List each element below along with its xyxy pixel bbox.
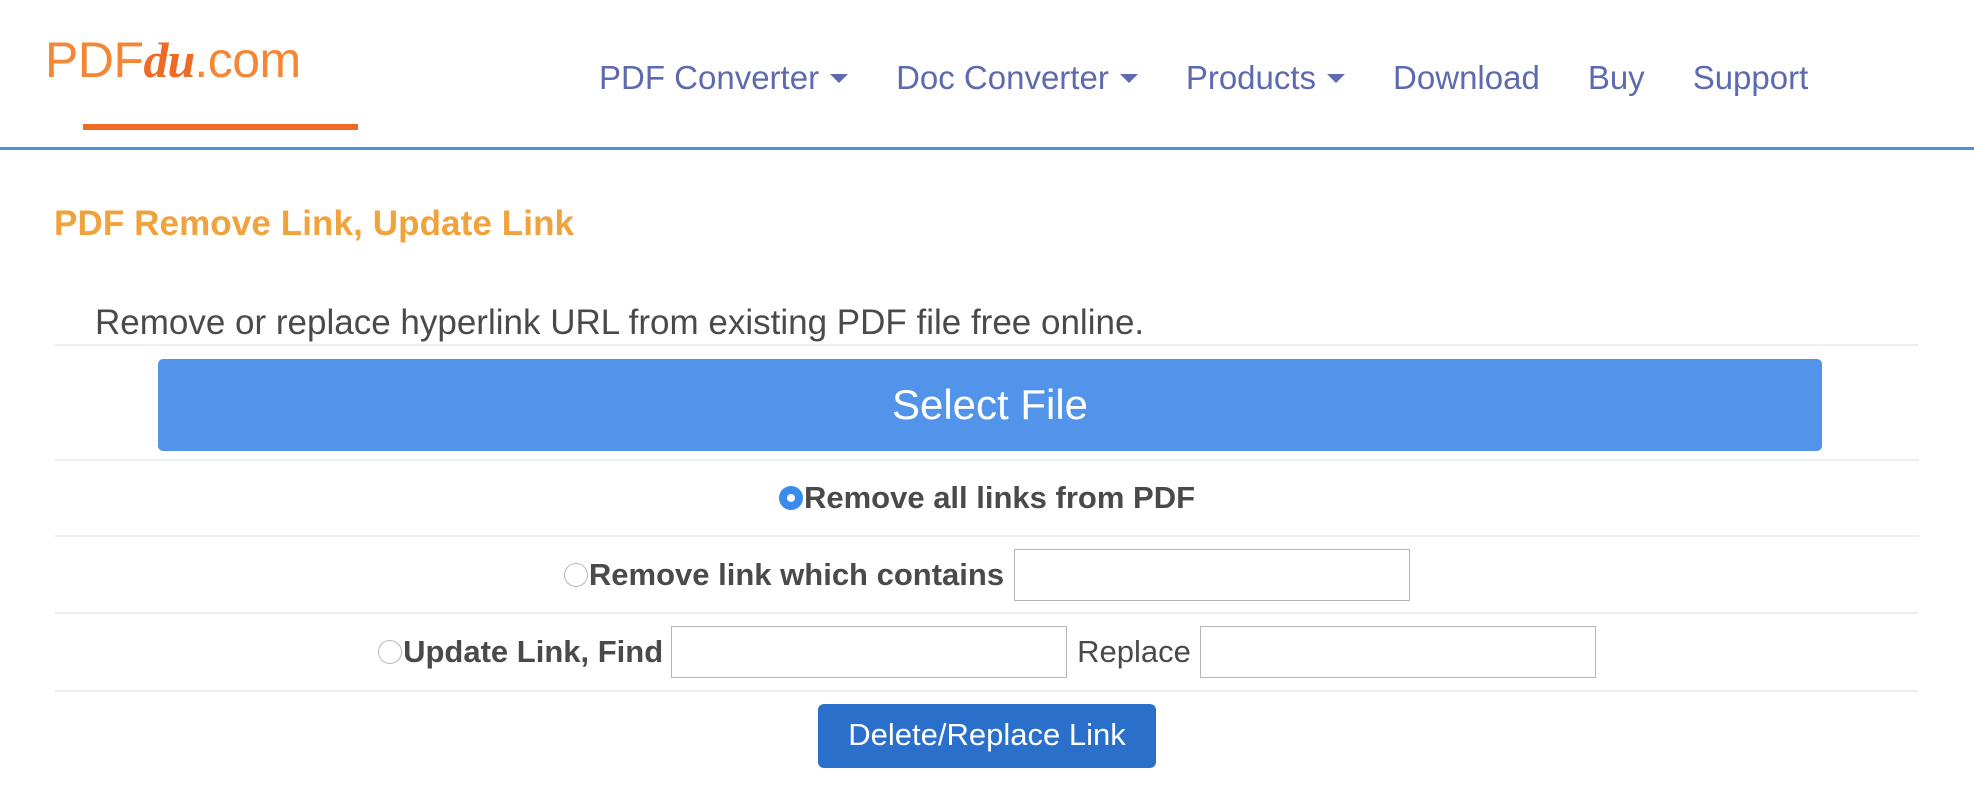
radio-update-link[interactable] [378,640,403,664]
page-title: PDF Remove Link, Update Link [54,204,575,244]
chevron-down-icon [1119,73,1138,83]
nav-label: Doc Converter [896,59,1109,96]
chevron-down-icon [1327,73,1346,83]
nav-label: Buy [1587,59,1645,96]
radio-label-update-link[interactable]: Update Link, Find [403,634,663,670]
replace-label: Replace [1077,634,1191,669]
option-row-update-link: Update Link, Find Replace [55,612,1919,690]
option-line: Remove link which contains [55,548,1919,601]
logo-part-com: .com [194,32,301,88]
option-line: Update Link, Find Replace [55,626,1919,678]
select-file-row: Select File [55,344,1919,459]
delete-replace-link-button[interactable]: Delete/Replace Link [818,704,1156,768]
page-subtitle: Remove or replace hyperlink URL from exi… [95,303,1145,342]
link-tool-form: Select File Remove all links from PDF Re… [55,344,1919,780]
nav-label: Download [1393,59,1540,96]
header-bottom-rule [0,147,1974,150]
nav-label: Products [1185,59,1317,96]
update-link-find-input[interactable] [671,626,1068,678]
site-logo-text: PDFdu.com [45,32,301,88]
nav-item-buy[interactable]: Buy [1564,59,1669,97]
nav-label: Support [1692,59,1809,96]
radio-label-remove-all-links[interactable]: Remove all links from PDF [804,480,1195,516]
option-row-remove-all: Remove all links from PDF [55,459,1919,535]
nav-item-support[interactable]: Support [1669,59,1833,97]
main-navigation: PDF Converter Doc Converter Products Dow… [575,54,1832,102]
update-link-replace-input[interactable] [1199,626,1596,678]
option-line: Remove all links from PDF [55,480,1919,516]
logo-part-pdf: PDF [45,32,144,88]
nav-item-download[interactable]: Download [1369,59,1564,97]
remove-contains-input[interactable] [1014,548,1411,601]
radio-label-remove-link-contains[interactable]: Remove link which contains [589,557,1004,593]
nav-item-doc-converter[interactable]: Doc Converter [872,59,1162,97]
chevron-down-icon [830,73,849,83]
nav-item-products[interactable]: Products [1162,59,1369,97]
nav-label: PDF Converter [599,59,820,96]
site-logo[interactable]: PDFdu.com [45,32,390,130]
nav-item-pdf-converter[interactable]: PDF Converter [575,59,872,97]
select-file-button[interactable]: Select File [158,359,1822,451]
radio-remove-all-links[interactable] [778,486,803,510]
option-row-remove-contains: Remove link which contains [55,535,1919,612]
site-header: PDFdu.com PDF Converter Doc Converter Pr… [0,0,1974,150]
page-root: PDFdu.com PDF Converter Doc Converter Pr… [0,0,1974,798]
submit-row: Delete/Replace Link [55,690,1919,780]
radio-remove-link-contains[interactable] [563,562,588,587]
logo-underline [83,124,358,130]
logo-part-du: du [143,32,196,88]
